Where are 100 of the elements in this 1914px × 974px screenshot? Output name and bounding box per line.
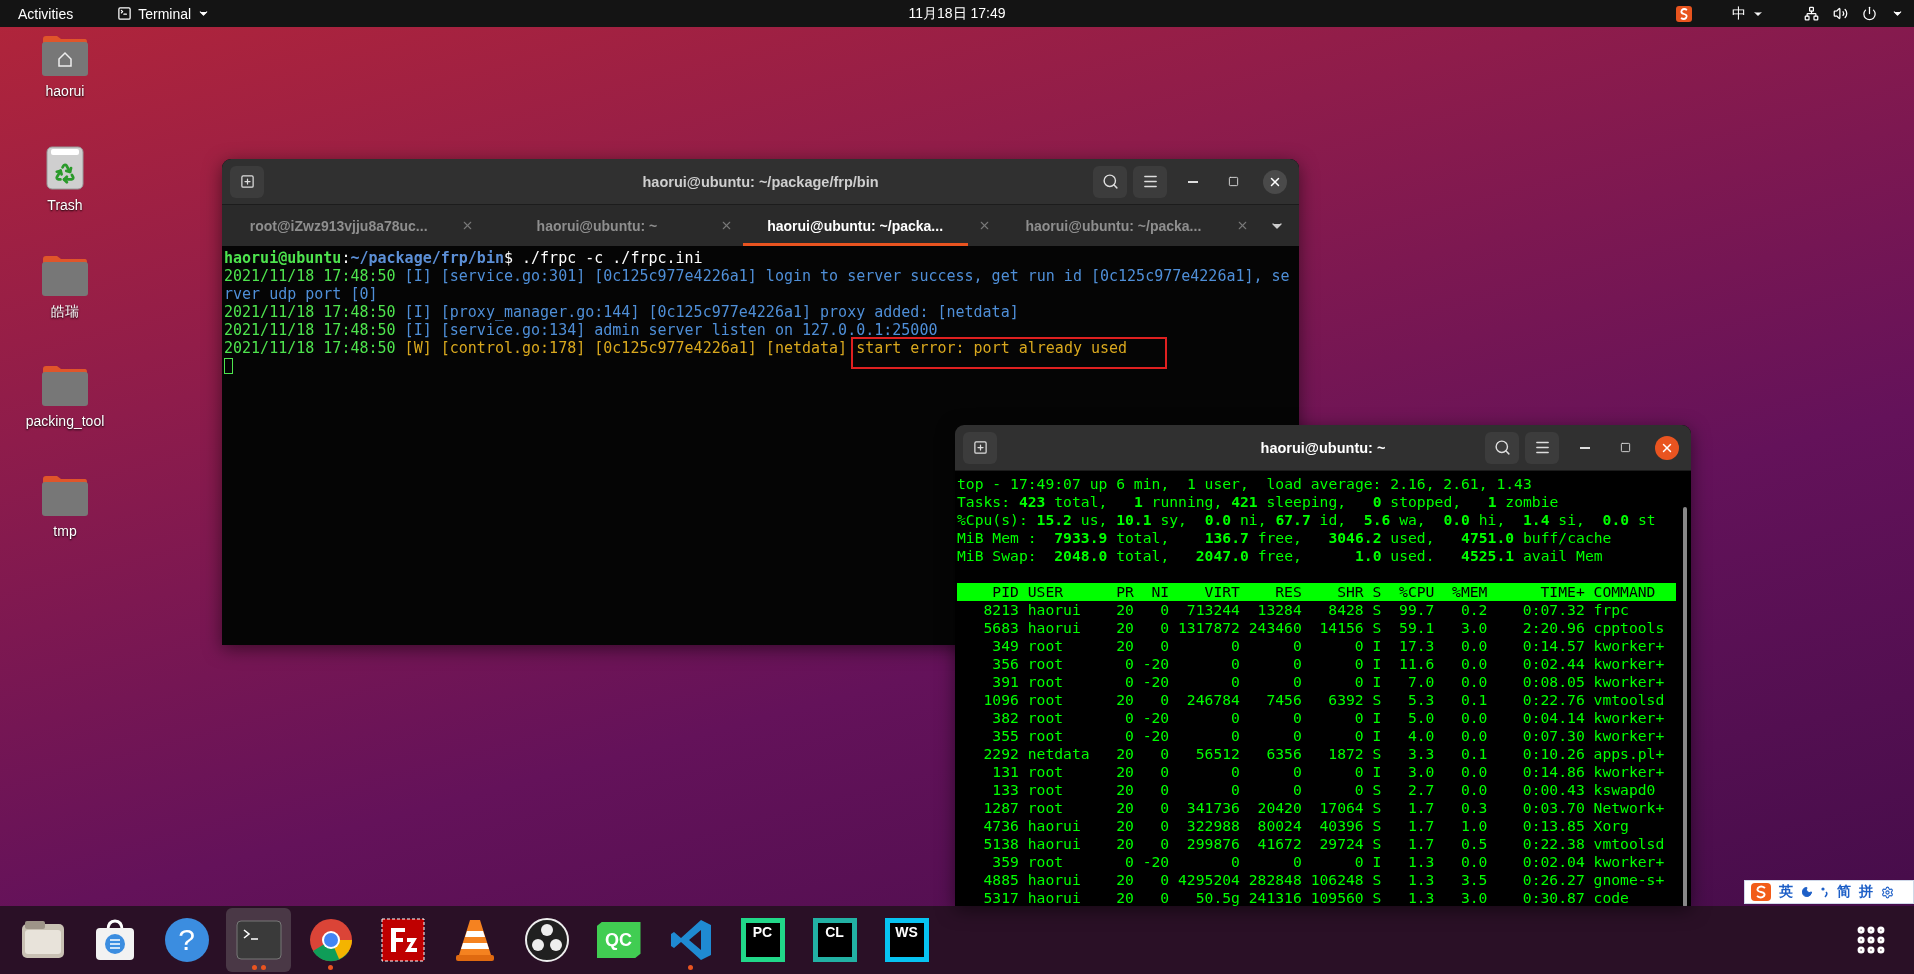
input-method-menu[interactable]: 中	[1724, 0, 1772, 27]
table-cell-text: 0:10.26	[1521, 745, 1585, 763]
log-message: rver udp port [0]	[224, 285, 378, 303]
table-cell-text: 6356	[1265, 745, 1302, 763]
tab[interactable]: haorui@ubuntu: ~/packa...	[1000, 205, 1226, 246]
scrollbar[interactable]	[1683, 507, 1687, 906]
tab[interactable]: root@iZwz913vjju8a78uc...	[226, 205, 452, 246]
table-cell-text: 241316	[1247, 889, 1302, 906]
table-cell-text: 41672	[1256, 835, 1302, 853]
table-cell-text: 0	[1159, 619, 1170, 637]
table-cell-text: S	[1371, 601, 1382, 619]
table-cell-text: 0	[1291, 853, 1302, 871]
table-cell-text: 0	[1230, 637, 1240, 655]
table-cell-text: root	[1026, 673, 1065, 691]
table-cell-text: 20	[1115, 799, 1134, 817]
close-button[interactable]	[1263, 169, 1287, 194]
table-cell-text: 1287	[982, 799, 1019, 817]
desktop-icon-label[interactable]: tmp	[53, 523, 77, 539]
table-cell-text: S	[1371, 835, 1382, 853]
clock: 11月18日 17:49	[908, 4, 1006, 23]
moon-icon[interactable]	[1801, 886, 1813, 898]
table-cell-text: vmtoolsd	[1592, 835, 1666, 853]
desktop-icon-label[interactable]: haorui	[45, 83, 85, 99]
table-cell-text: 0:04.14	[1521, 709, 1585, 727]
table-cell-text: 0	[1291, 781, 1302, 799]
desktop-icon-label[interactable]: packing_tool	[25, 413, 105, 429]
desktop-icon-label[interactable]: Trash	[47, 197, 83, 213]
volume-icon[interactable]	[1833, 6, 1848, 21]
table-cell-text: 0	[1159, 889, 1170, 906]
menu-button[interactable]	[1525, 431, 1559, 464]
table-cell-text: apps.pl+	[1592, 745, 1666, 763]
table-cell-text: 0	[1230, 763, 1240, 781]
minimize-icon	[1188, 180, 1198, 183]
table-cell-text: 0	[1291, 727, 1302, 745]
summary-line: Tasks: 423 total, 1 running, 421 sleeping, 0 stopped, 1 zombie	[957, 493, 1560, 511]
table-header: PID USER PR NI VIRT RES SHR S %CPU %MEM TIME+ COMMAND	[957, 583, 1676, 601]
table-cell-text: I	[1371, 763, 1382, 781]
table-cell-text: 20	[1115, 817, 1134, 835]
settings-icon[interactable]	[1881, 885, 1894, 899]
table-cell-text: root	[1026, 853, 1065, 871]
table-cell-text: 11.6	[1398, 655, 1435, 673]
table-cell-text: haorui	[1026, 871, 1082, 889]
table-cell-text: haorui	[1026, 835, 1082, 853]
table-cell-text: 0	[1159, 817, 1170, 835]
table-cell-text: I	[1371, 655, 1382, 673]
log-timestamp: 2021/11/18 17:48:50	[224, 321, 396, 339]
table-cell-text: haorui	[1026, 889, 1082, 906]
search-button[interactable]	[1093, 165, 1127, 198]
table-cell-text: 0:07.32	[1521, 601, 1585, 619]
table-cell-text: 0	[1353, 709, 1364, 727]
close-button[interactable]	[1655, 435, 1679, 460]
punctuation-icon[interactable]	[1821, 886, 1829, 898]
new-tab-button[interactable]	[230, 165, 264, 198]
network-icon[interactable]	[1804, 6, 1819, 21]
desktop-icon-label[interactable]: 皓瑞	[51, 303, 79, 321]
dock-app-button[interactable]: CL	[802, 908, 867, 972]
table-cell-text: 0	[1159, 691, 1170, 709]
table-cell-text: 20	[1115, 601, 1134, 619]
table-cell-text: 1.7	[1406, 835, 1435, 853]
maximize-icon	[1227, 176, 1239, 187]
table-cell-text: 0:08.05	[1521, 673, 1585, 691]
tab[interactable]: haorui@ubuntu: ~	[484, 205, 710, 246]
table-cell-text: 0.0	[1459, 781, 1488, 799]
table-cell-text: 1317872	[1177, 619, 1240, 637]
table-cell-text: 1872	[1327, 745, 1364, 763]
app-menu[interactable]: Terminal	[109, 0, 219, 27]
log-message: [W] [control.go:178] [0c125c977e4226a1] [netdata]	[403, 339, 849, 357]
table-cell-text: 0:02.04	[1521, 853, 1585, 871]
sogou-logo-icon[interactable]	[1676, 5, 1692, 22]
table-cell-text: 0.0	[1459, 673, 1488, 691]
power-icon[interactable]	[1862, 6, 1877, 21]
table-cell-text: 0:30.87	[1521, 889, 1585, 906]
shopping-bag-icon	[93, 918, 136, 962]
table-cell-text: 0	[1353, 637, 1364, 655]
search-icon	[1101, 173, 1119, 190]
table-cell-text: S	[1371, 871, 1382, 889]
table-cell-text: 0:22.38	[1521, 835, 1585, 853]
search-button[interactable]	[1485, 431, 1519, 464]
table-cell-text: 382	[991, 709, 1019, 727]
table-cell-text: 4885	[982, 871, 1019, 889]
table-cell-text: 7456	[1265, 691, 1302, 709]
menu-button[interactable]	[1133, 165, 1167, 198]
table-cell-text: 6392	[1327, 691, 1364, 709]
table-cell-text: 0:26.27	[1521, 871, 1585, 889]
folder-icon	[20, 920, 65, 960]
activities-button[interactable]: Activities	[10, 0, 82, 27]
table-cell-text: 713244	[1185, 601, 1240, 619]
new-tab-icon	[239, 174, 255, 189]
dock-app-button[interactable]: WS	[874, 908, 939, 972]
table-cell-text: 20	[1115, 637, 1134, 655]
table-cell-text: 20	[1115, 745, 1134, 763]
summary-line: %Cpu(s): 15.2 us, 10.1 sy, 0.0 ni, 67.7 id, 5.6 wa, 0.0 hi, 1.4 si, 0.0 st	[957, 511, 1657, 529]
new-tab-button[interactable]	[963, 431, 997, 464]
table-cell-text: 0.3	[1459, 799, 1488, 817]
ime-label[interactable]: 简	[1837, 883, 1851, 901]
table-cell-text: root	[1026, 781, 1065, 799]
dock-app-button[interactable]: PC	[730, 908, 795, 972]
ime-label[interactable]: 英	[1779, 883, 1793, 901]
ime-label[interactable]: 拼	[1859, 883, 1873, 901]
table-cell-text: 106248	[1309, 871, 1364, 889]
